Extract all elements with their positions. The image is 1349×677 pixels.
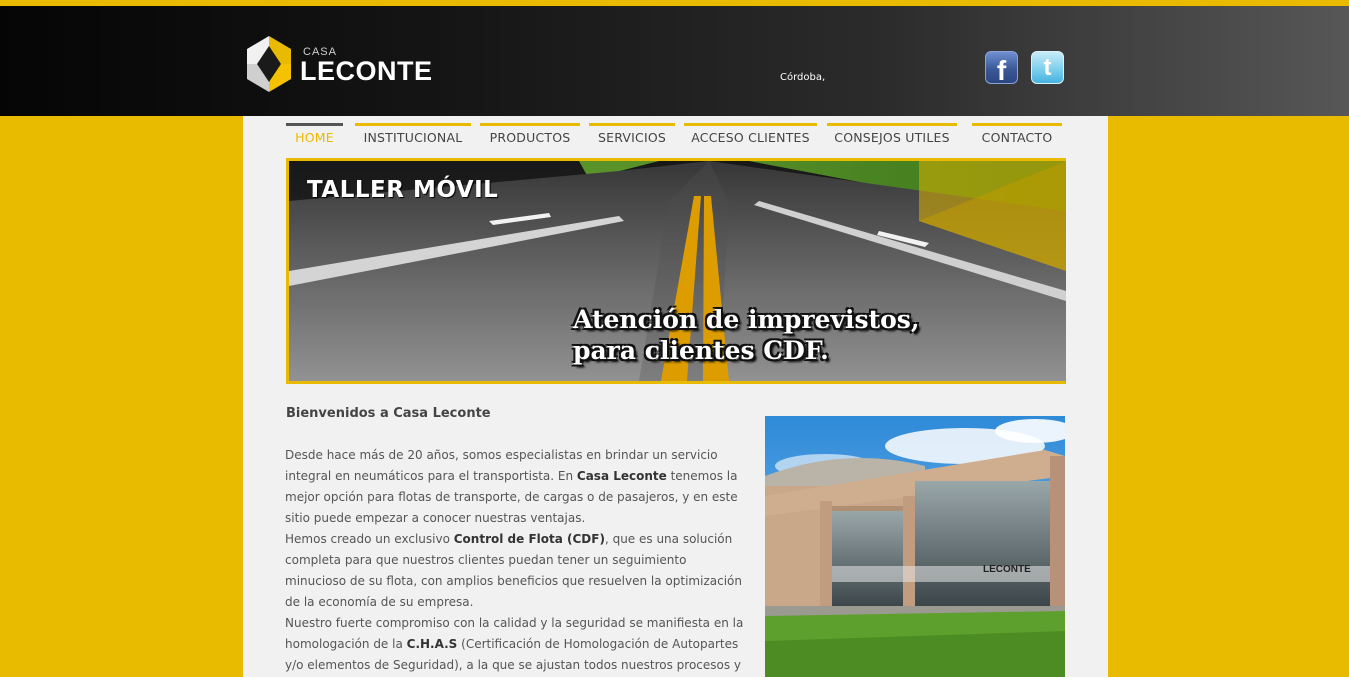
logo-name-text: LECONTE (300, 56, 433, 86)
intro-paragraph-3: Nuestro fuerte compromiso con la calidad… (285, 613, 745, 677)
banner-caption-line1: Atención de imprevistos, (573, 305, 920, 334)
banner-title: TALLER MÓVIL (307, 177, 499, 203)
nav-contacto[interactable]: CONTACTO (972, 123, 1062, 149)
intro-paragraph-2: Hemos creado un exclusivo Control de Flo… (285, 529, 745, 613)
photo-sign: LECONTE (983, 564, 1031, 575)
facebook-icon: f (996, 54, 1007, 84)
banner-caption-line2: para clientes CDF. (573, 336, 829, 365)
intro-paragraph-1: Desde hace más de 20 años, somos especia… (285, 445, 745, 529)
main-content: HOME INSTITUCIONAL PRODUCTOS SERVICIOS A… (243, 116, 1108, 677)
site-header: CASA LECONTE Córdoba, f t (0, 6, 1349, 116)
intro-text: Desde hace más de 20 años, somos especia… (285, 445, 745, 677)
building-photo: LECONTE (765, 416, 1065, 677)
brand-name: Casa Leconte (576, 469, 667, 483)
nav-home[interactable]: HOME (286, 123, 343, 149)
nav-consejos-utiles[interactable]: CONSEJOS UTILES (827, 123, 957, 149)
facebook-link[interactable]: f (985, 51, 1018, 84)
banner-caption: Atención de imprevistos, para clientes C… (573, 304, 993, 366)
hero-banner[interactable]: TALLER MÓVIL Atención de imprevistos, pa… (286, 158, 1066, 384)
city-label: Córdoba, (780, 72, 826, 83)
text-span: Hemos creado un exclusivo (285, 532, 454, 546)
nav-servicios[interactable]: SERVICIOS (589, 123, 675, 149)
welcome-heading: Bienvenidos a Casa Leconte (286, 406, 491, 421)
nav-institucional[interactable]: INSTITUCIONAL (355, 123, 471, 149)
site-logo[interactable]: CASA LECONTE (243, 36, 483, 96)
logo-mark-icon (247, 36, 291, 92)
nav-acceso-clientes[interactable]: ACCESO CLIENTES (684, 123, 817, 149)
twitter-link[interactable]: t (1031, 51, 1064, 84)
twitter-icon: t (1043, 53, 1052, 81)
cdf-name: Control de Flota (CDF) (453, 532, 605, 546)
chas-name: C.H.A.S (406, 637, 458, 651)
nav-productos[interactable]: PRODUCTOS (480, 123, 580, 149)
